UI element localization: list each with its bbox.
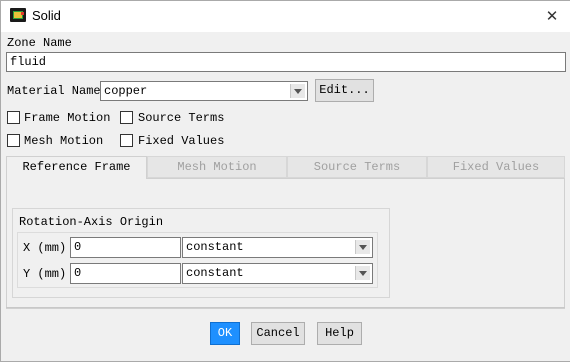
chevron-down-icon[interactable] <box>355 240 370 254</box>
y-origin-input[interactable]: 0 <box>70 263 181 284</box>
tab-source-terms[interactable]: Source Terms <box>287 156 427 178</box>
mesh-motion-checkbox[interactable] <box>7 134 20 147</box>
y-origin-method-value: constant <box>186 266 244 280</box>
chevron-down-icon[interactable] <box>290 84 305 98</box>
edit-material-button[interactable]: Edit... <box>315 79 374 102</box>
ok-button[interactable]: OK <box>210 322 240 345</box>
x-origin-method-value: constant <box>186 240 244 254</box>
solid-dialog: Solid ✕ Zone Name fluid Material Name co… <box>0 0 570 362</box>
mesh-motion-label[interactable]: Mesh Motion <box>24 134 103 148</box>
material-name-label: Material Name <box>7 84 101 98</box>
y-origin-label: Y (mm) <box>23 267 67 281</box>
tab-fixed-values[interactable]: Fixed Values <box>427 156 565 178</box>
x-origin-label: X (mm) <box>23 241 67 255</box>
zone-name-input[interactable]: fluid <box>6 52 566 72</box>
tab-mesh-motion[interactable]: Mesh Motion <box>147 156 287 178</box>
x-origin-method-dropdown[interactable]: constant <box>182 237 373 258</box>
material-name-value: copper <box>104 84 148 98</box>
rotation-axis-origin-title: Rotation-Axis Origin <box>19 215 164 229</box>
title-bar: Solid ✕ <box>1 1 570 32</box>
app-icon-dot <box>21 12 24 15</box>
chevron-down-icon[interactable] <box>355 266 370 280</box>
tab-reference-frame[interactable]: Reference Frame <box>6 156 147 179</box>
footer-separator <box>6 307 565 308</box>
y-origin-method-dropdown[interactable]: constant <box>182 263 373 284</box>
material-name-dropdown[interactable]: copper <box>100 81 308 101</box>
source-terms-checkbox[interactable] <box>120 111 133 124</box>
cancel-button[interactable]: Cancel <box>251 322 305 345</box>
x-origin-input[interactable]: 0 <box>70 237 181 258</box>
window-title: Solid <box>32 8 61 23</box>
frame-motion-label[interactable]: Frame Motion <box>24 111 110 125</box>
help-button[interactable]: Help <box>317 322 362 345</box>
zone-name-label: Zone Name <box>7 36 72 50</box>
fixed-values-checkbox[interactable] <box>120 134 133 147</box>
close-icon[interactable]: ✕ <box>540 4 564 28</box>
app-icon <box>10 8 26 22</box>
fixed-values-label[interactable]: Fixed Values <box>138 134 224 148</box>
frame-motion-checkbox[interactable] <box>7 111 20 124</box>
source-terms-label[interactable]: Source Terms <box>138 111 224 125</box>
